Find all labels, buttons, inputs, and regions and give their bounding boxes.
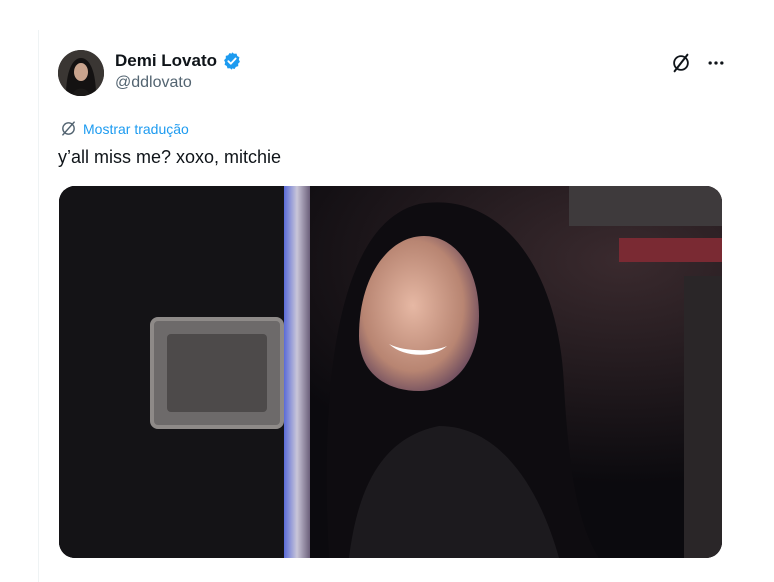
avatar[interactable] (58, 50, 104, 96)
photo-scene (59, 186, 722, 558)
grok-icon[interactable] (670, 52, 692, 74)
display-name[interactable]: Demi Lovato (115, 51, 217, 71)
handle[interactable]: @ddlovato (115, 74, 242, 92)
globe-icon (62, 121, 75, 136)
translate-link[interactable]: Mostrar tradução (60, 120, 189, 137)
translate-label: Mostrar tradução (83, 120, 189, 137)
tweet-actions (670, 52, 726, 74)
more-icon[interactable] (706, 53, 726, 73)
timeline-divider (38, 30, 39, 582)
verified-badge-icon (224, 52, 240, 70)
tweet-text: y’all miss me? xoxo, mitchie (58, 147, 282, 167)
tweet-photo[interactable] (59, 186, 722, 558)
author-info: Demi Lovato @ddlovato (115, 51, 242, 92)
